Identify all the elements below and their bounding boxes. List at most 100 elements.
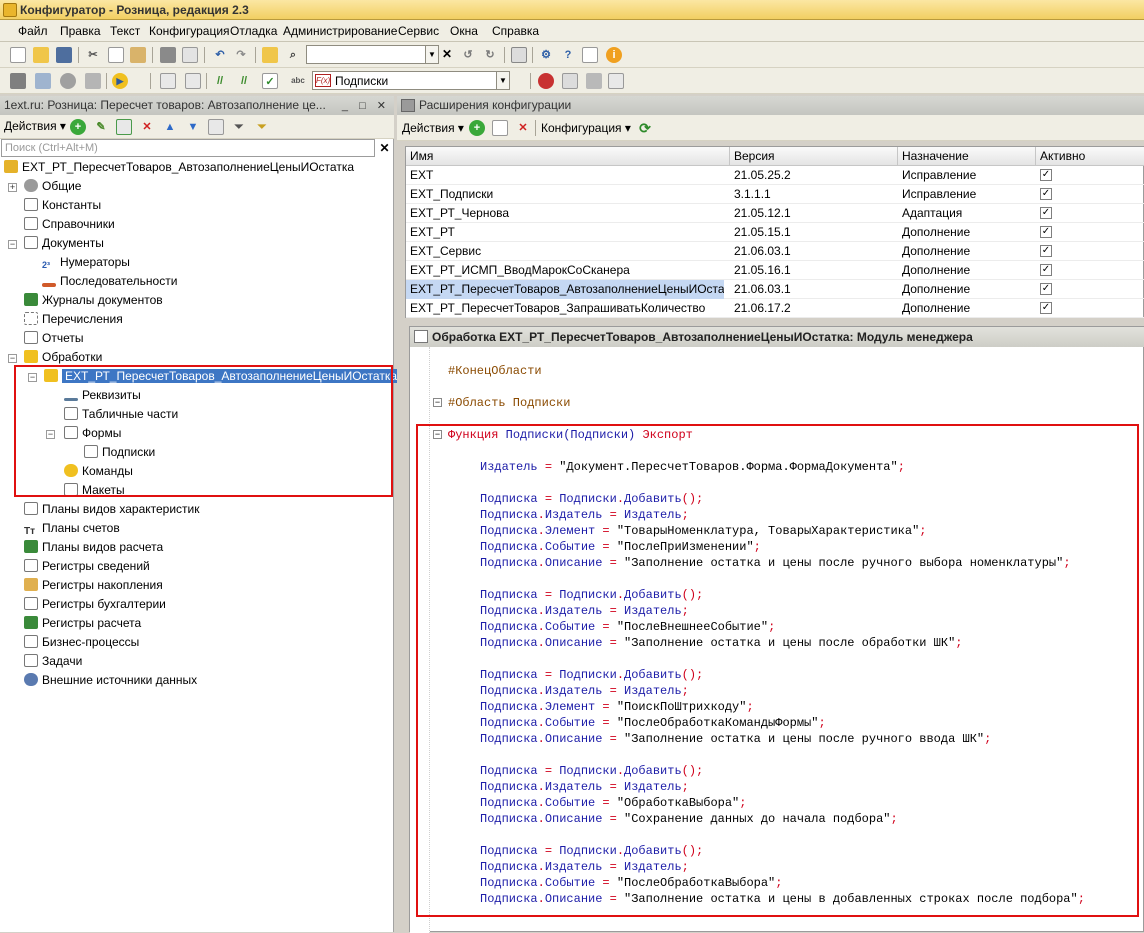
redo-icon[interactable]: ↷ [233, 47, 249, 63]
column-header-active[interactable]: Активно [1036, 147, 1144, 166]
save-icon[interactable] [56, 47, 72, 63]
chevron-down-icon[interactable]: ▼ [496, 72, 509, 89]
collapse-icon[interactable]: − [8, 240, 17, 249]
search-dropdown-button[interactable]: ▼ [426, 45, 439, 64]
tree-item-accum-registers[interactable]: Регистры накопления [24, 576, 163, 595]
copy-item-icon[interactable] [116, 119, 132, 135]
table-row[interactable]: EXT_РТ_ИСМП_ВводМарокСоСканера 21.05.16.… [406, 261, 1144, 280]
tree-search-clear-icon[interactable]: ✕ [377, 139, 392, 157]
menu-debug[interactable]: Отладка [230, 24, 277, 38]
delete-icon[interactable]: ✕ [139, 119, 155, 135]
actions-menu[interactable]: Действия ▾ [4, 119, 66, 133]
table-row[interactable]: EXT_Подписки 3.1.1.1 Исправление ✓ [406, 185, 1144, 204]
tree-item-accounting-registers[interactable]: Регистры бухгалтерии [24, 595, 166, 614]
table-row[interactable]: EXT_Сервис 21.06.03.1 Дополнение ✓ [406, 242, 1144, 261]
table-row[interactable]: EXT_РТ_ПересчетТоваров_ЗапрашиватьКоличе… [406, 299, 1144, 318]
configuration-menu[interactable]: Конфигурация ▾ [541, 121, 631, 135]
menu-edit[interactable]: Правка [60, 24, 101, 38]
sort-icon[interactable] [208, 119, 224, 135]
module-icon[interactable] [160, 73, 176, 89]
tree-item-constants[interactable]: Константы [24, 196, 101, 215]
tree-item-chart-accounts[interactable]: Тт Планы счетов [24, 519, 120, 538]
breakpoint-icon[interactable] [538, 73, 554, 89]
edit-icon[interactable]: ✎ [93, 119, 109, 135]
run-debug-icon[interactable]: ▶ [112, 73, 128, 89]
assistant-icon[interactable]: ⚙ [538, 47, 554, 63]
uncomment-icon[interactable]: // [236, 73, 252, 89]
filter-icon[interactable]: ⏷ [231, 119, 247, 135]
tree-item-general[interactable]: Общие [24, 177, 81, 196]
menu-file[interactable]: Файл [18, 24, 48, 38]
preview-icon[interactable] [182, 47, 198, 63]
copy-icon[interactable] [108, 47, 124, 63]
active-checkbox[interactable]: ✓ [1040, 264, 1052, 276]
tree-item-chart-calc-types[interactable]: Планы видов расчета [24, 538, 163, 557]
menu-windows[interactable]: Окна [450, 24, 478, 38]
find-next-icon[interactable]: ↺ [460, 47, 476, 63]
column-header-purpose[interactable]: Назначение [898, 147, 1036, 166]
active-checkbox[interactable]: ✓ [1040, 207, 1052, 219]
config-tree-icon[interactable] [10, 73, 26, 89]
syntax-check-icon[interactable]: ✓ [262, 73, 278, 89]
db-update-icon[interactable] [85, 73, 101, 89]
active-checkbox[interactable]: ✓ [1040, 283, 1052, 295]
paste-icon[interactable] [130, 47, 146, 63]
move-up-icon[interactable]: ▲ [162, 119, 178, 135]
table-row[interactable]: EXT 21.05.25.2 Исправление ✓ [406, 166, 1144, 185]
procedures-icon[interactable] [185, 73, 201, 89]
filter-edit-icon[interactable]: ⏷ [254, 119, 270, 135]
extension-props-icon[interactable] [492, 120, 508, 136]
column-header-version[interactable]: Версия [730, 147, 898, 166]
new-file-icon[interactable] [10, 47, 26, 63]
search-input[interactable] [306, 45, 426, 64]
tree-item-sequences[interactable]: Последовательности [42, 272, 177, 291]
active-checkbox[interactable]: ✓ [1040, 226, 1052, 238]
right-actions-menu[interactable]: Действия ▾ [402, 121, 464, 135]
tree-item-chart-char-types[interactable]: Планы видов характеристик [24, 500, 199, 519]
find-in-files-icon[interactable] [262, 47, 278, 63]
breakpoint-list-icon[interactable] [562, 73, 578, 89]
fold-icon[interactable]: − [433, 398, 442, 407]
tree-item-doc-journals[interactable]: Журналы документов [24, 291, 163, 310]
tree-item-numerators[interactable]: 2³ Нумераторы [42, 253, 130, 272]
collapse-icon[interactable]: − [8, 354, 17, 363]
syntax-helper-icon[interactable] [582, 47, 598, 63]
move-down-icon[interactable]: ▼ [185, 119, 201, 135]
tree-item-catalogs[interactable]: Справочники [24, 215, 115, 234]
tree-item-calc-registers[interactable]: Регистры расчета [24, 614, 141, 633]
help-search-icon[interactable]: ? [560, 47, 576, 63]
active-checkbox[interactable]: ✓ [1040, 188, 1052, 200]
open-folder-icon[interactable] [33, 47, 49, 63]
code-line[interactable]: #Область Подписки [448, 395, 570, 411]
code-line[interactable]: #КонецОбласти [448, 363, 542, 379]
add-extension-icon[interactable]: + [469, 120, 485, 136]
add-icon[interactable]: + [70, 119, 86, 135]
tree-item-reports[interactable]: Отчеты [24, 329, 83, 348]
tree-item-external-sources[interactable]: Внешние источники данных [24, 671, 197, 690]
active-checkbox[interactable]: ✓ [1040, 302, 1052, 314]
undo-icon[interactable]: ↶ [212, 47, 228, 63]
cut-icon[interactable]: ✂ [85, 47, 101, 63]
tree-item-business-processes[interactable]: Бизнес-процессы [24, 633, 139, 652]
procedures-combo[interactable]: F(x) Подписки ▼ [312, 71, 510, 90]
tree-root[interactable]: EXT_РТ_ПересчетТоваров_АвтозаполнениеЦен… [4, 158, 354, 177]
table-row[interactable]: EXT_РТ 21.05.15.1 Дополнение ✓ [406, 223, 1144, 242]
window-icon[interactable] [511, 47, 527, 63]
search-clear-icon[interactable]: ✕ [440, 45, 454, 64]
menu-configuration[interactable]: Конфигурация [149, 24, 230, 38]
menu-service[interactable]: Сервис [398, 24, 439, 38]
menu-help[interactable]: Справка [492, 24, 539, 38]
tree-item-tasks[interactable]: Задачи [24, 652, 82, 671]
print-icon[interactable] [160, 47, 176, 63]
find-prev-icon[interactable]: ↻ [482, 47, 498, 63]
expand-icon[interactable]: + [8, 183, 17, 192]
search-icon[interactable]: ⌕ [285, 47, 301, 63]
disable-breakpoints-icon[interactable] [586, 73, 602, 89]
tree-item-info-registers[interactable]: Регистры сведений [24, 557, 150, 576]
tree-item-enums[interactable]: Перечисления [24, 310, 123, 329]
table-row[interactable]: EXT_РТ_Чернова 21.05.12.1 Адаптация ✓ [406, 204, 1144, 223]
menu-administration[interactable]: Администрирование [283, 24, 397, 38]
table-row-selected[interactable]: EXT_РТ_ПересчетТоваров_АвтозаполнениеЦен… [406, 280, 1144, 299]
menu-text[interactable]: Текст [110, 24, 140, 38]
active-checkbox[interactable]: ✓ [1040, 245, 1052, 257]
